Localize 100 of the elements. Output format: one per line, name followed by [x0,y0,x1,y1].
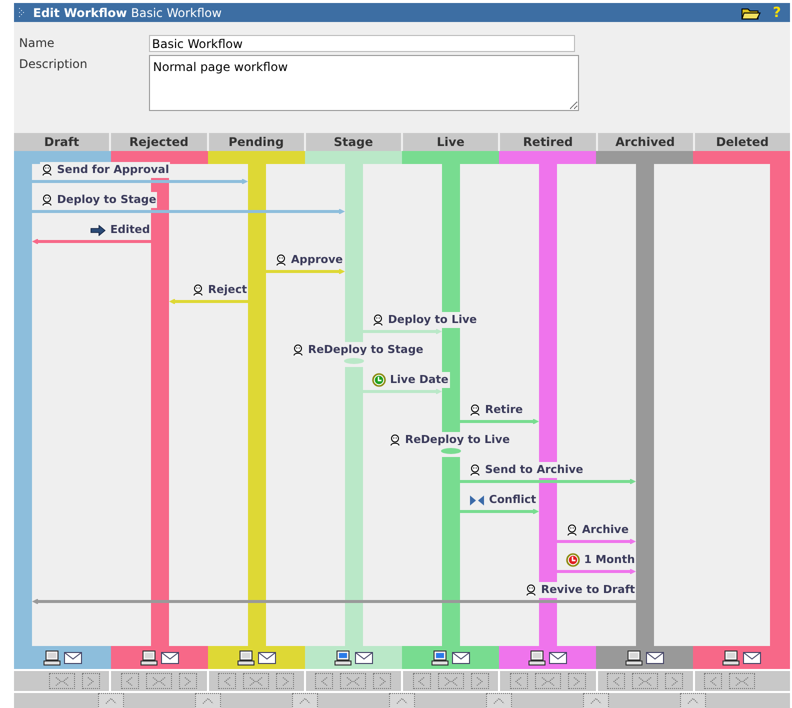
chevron-left-icon [515,676,522,686]
move-right-button[interactable] [178,673,197,689]
move-right-button[interactable] [470,673,489,689]
person-icon [192,284,204,296]
clock-icon [566,553,580,567]
chevron-up-icon [202,698,214,704]
chevron-up-icon [687,698,699,704]
move-left-button[interactable] [412,673,431,689]
move-left-button[interactable] [120,673,139,689]
envelope-icon[interactable] [64,652,82,664]
move-right-button[interactable] [373,673,392,689]
move-left-button[interactable] [315,673,334,689]
envelope-icon[interactable] [743,652,761,664]
swap-button[interactable] [486,693,512,708]
field-label: Name [19,35,54,52]
chevron-right-icon [282,676,289,686]
swap-button[interactable] [680,693,706,708]
merge-button[interactable] [534,673,561,689]
field-label: Description [19,56,88,73]
computer-icon[interactable] [237,650,255,666]
chevron-left-icon [320,676,328,686]
name-input[interactable]: Basic Workflow [149,35,575,52]
chevron-up-icon [105,698,117,704]
move-right-button[interactable] [276,673,294,689]
folder-icon[interactable] [740,6,761,20]
merge-button[interactable] [632,673,658,689]
envelope-icon[interactable] [161,652,179,664]
swap-button[interactable] [389,693,415,708]
person-icon [525,584,537,596]
computer-icon[interactable] [334,650,352,666]
person-icon [469,464,481,476]
transition-label[interactable]: Archive [582,522,629,538]
envelope-icon[interactable] [355,652,373,664]
merge-button[interactable] [243,673,270,689]
chevron-right-icon [378,676,386,686]
chevron-left-icon [224,676,231,686]
chevron-left-icon [126,676,134,686]
move-left-button[interactable] [510,673,528,689]
column-header: Retired [500,133,596,151]
swap-button[interactable] [292,693,318,708]
transition-label[interactable]: Approve [291,252,343,268]
swap-button[interactable] [98,693,124,708]
envelope-icon[interactable] [549,652,567,664]
envelope-icon[interactable] [646,652,664,664]
envelope-icon[interactable] [452,652,470,664]
computer-icon[interactable] [140,650,158,666]
self-loop-marker [441,448,461,454]
person-icon [469,404,481,416]
column-header: Draft [14,133,110,151]
swap-button[interactable] [195,693,221,708]
workflow-name: Basic Workflow [131,4,222,22]
chevron-up-icon [299,698,311,704]
description-input[interactable]: Normal page workflow [149,55,579,111]
right-arrow-icon [90,224,106,236]
move-right-button[interactable] [82,673,100,689]
double-chevron-icon [735,676,750,686]
merge-button[interactable] [729,673,756,689]
move-left-button[interactable] [607,673,626,689]
transition-label[interactable]: Retire [485,402,523,418]
computer-icon[interactable] [722,650,740,666]
chevron-right-icon [476,676,484,686]
double-chevron-icon [638,676,652,686]
double-chevron-icon [152,676,166,686]
person-icon [41,164,53,176]
move-right-button[interactable] [568,673,586,689]
transition-label[interactable]: Reject [208,282,247,298]
column-header: Pending [208,133,304,151]
move-right-button[interactable] [665,673,684,689]
chevron-right-icon [184,676,192,686]
chevron-left-icon [710,676,717,686]
swap-button[interactable] [583,693,609,708]
column-header: Deleted [694,133,790,151]
merge-button[interactable] [48,673,75,689]
column-header: Rejected [111,133,206,151]
move-left-button[interactable] [704,673,722,689]
chevron-right-icon [573,676,580,686]
chevron-left-icon [418,676,426,686]
double-chevron-icon [54,676,69,686]
merge-button[interactable] [340,673,366,689]
computer-icon[interactable] [625,650,643,666]
chevron-left-icon [612,676,620,686]
column-header: Archived [598,133,693,151]
chevron-up-icon [396,698,408,704]
computer-icon[interactable] [43,650,61,666]
merge-button[interactable] [438,673,464,689]
computer-icon[interactable] [431,650,449,666]
chevron-right-icon [670,676,678,686]
merge-button[interactable] [146,673,172,689]
person-icon [275,254,287,266]
transition-label[interactable]: Edited [110,222,150,238]
chevron-up-icon [590,698,602,704]
help-button[interactable]: ? [768,6,785,20]
move-left-button[interactable] [218,673,236,689]
double-chevron-icon [249,676,264,686]
person-icon [41,194,53,206]
computer-icon[interactable] [528,650,546,666]
envelope-icon[interactable] [258,652,276,664]
transition-label[interactable]: Conflict [489,492,536,508]
double-chevron-icon [346,676,360,686]
double-chevron-icon [444,676,458,686]
